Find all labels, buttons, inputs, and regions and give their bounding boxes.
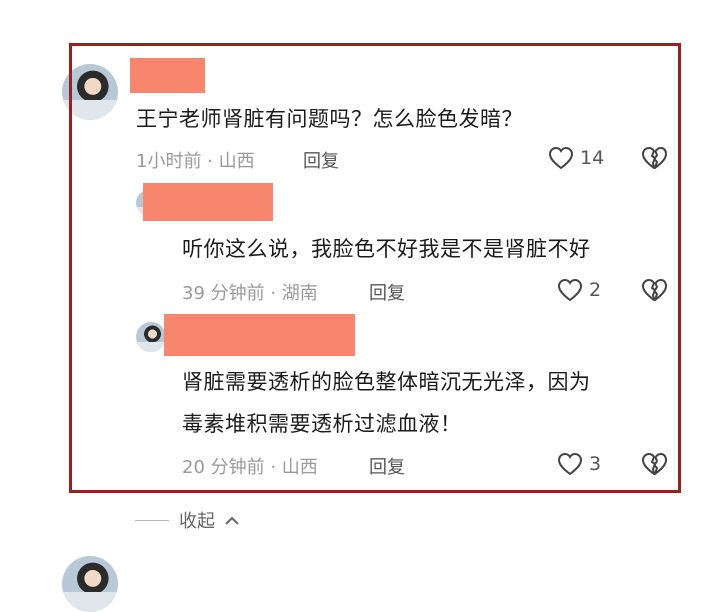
broken-heart-icon — [640, 278, 668, 302]
dislike-button[interactable] — [640, 452, 668, 476]
dislike-button[interactable] — [640, 146, 668, 170]
username-redaction — [164, 314, 355, 356]
avatar[interactable] — [62, 556, 118, 612]
comment-time-location: 1小时前 · 山西 — [136, 151, 255, 172]
dislike-button[interactable] — [640, 278, 668, 302]
comment-text: 王宁老师肾脏有问题吗？怎么脸色发暗？ — [136, 107, 523, 131]
like-count: 2 — [589, 279, 602, 301]
collapse-replies-button[interactable]: 收起 — [135, 507, 239, 533]
comment-text-line2: 毒素堆积需要透析过滤血液！ — [182, 412, 462, 436]
collapse-label: 收起 — [179, 511, 215, 532]
comment-text-line1: 肾脏需要透析的脸色整体暗沉无光泽，因为 — [182, 370, 591, 394]
like-button[interactable]: 14 — [548, 146, 604, 170]
reply-button[interactable]: 回复 — [369, 279, 405, 305]
chevron-up-icon — [225, 510, 239, 531]
broken-heart-icon — [640, 146, 668, 170]
heart-icon — [548, 146, 574, 170]
comment-time-location: 20 分钟前 · 山西 — [182, 457, 318, 478]
like-count: 14 — [580, 147, 605, 169]
like-button[interactable]: 2 — [557, 278, 601, 302]
comment-time-location: 39 分钟前 · 湖南 — [182, 283, 318, 304]
broken-heart-icon — [640, 452, 668, 476]
username-redaction — [143, 183, 273, 221]
username-redaction — [130, 58, 205, 93]
reply-button[interactable]: 回复 — [369, 453, 405, 479]
heart-icon — [557, 278, 583, 302]
divider-line — [135, 519, 169, 521]
like-button[interactable]: 3 — [557, 452, 601, 476]
reply-button[interactable]: 回复 — [303, 147, 339, 173]
avatar[interactable] — [136, 322, 166, 352]
heart-icon — [557, 452, 583, 476]
comment-text: 听你这么说，我脸色不好我是不是肾脏不好 — [182, 237, 591, 261]
like-count: 3 — [589, 453, 602, 475]
